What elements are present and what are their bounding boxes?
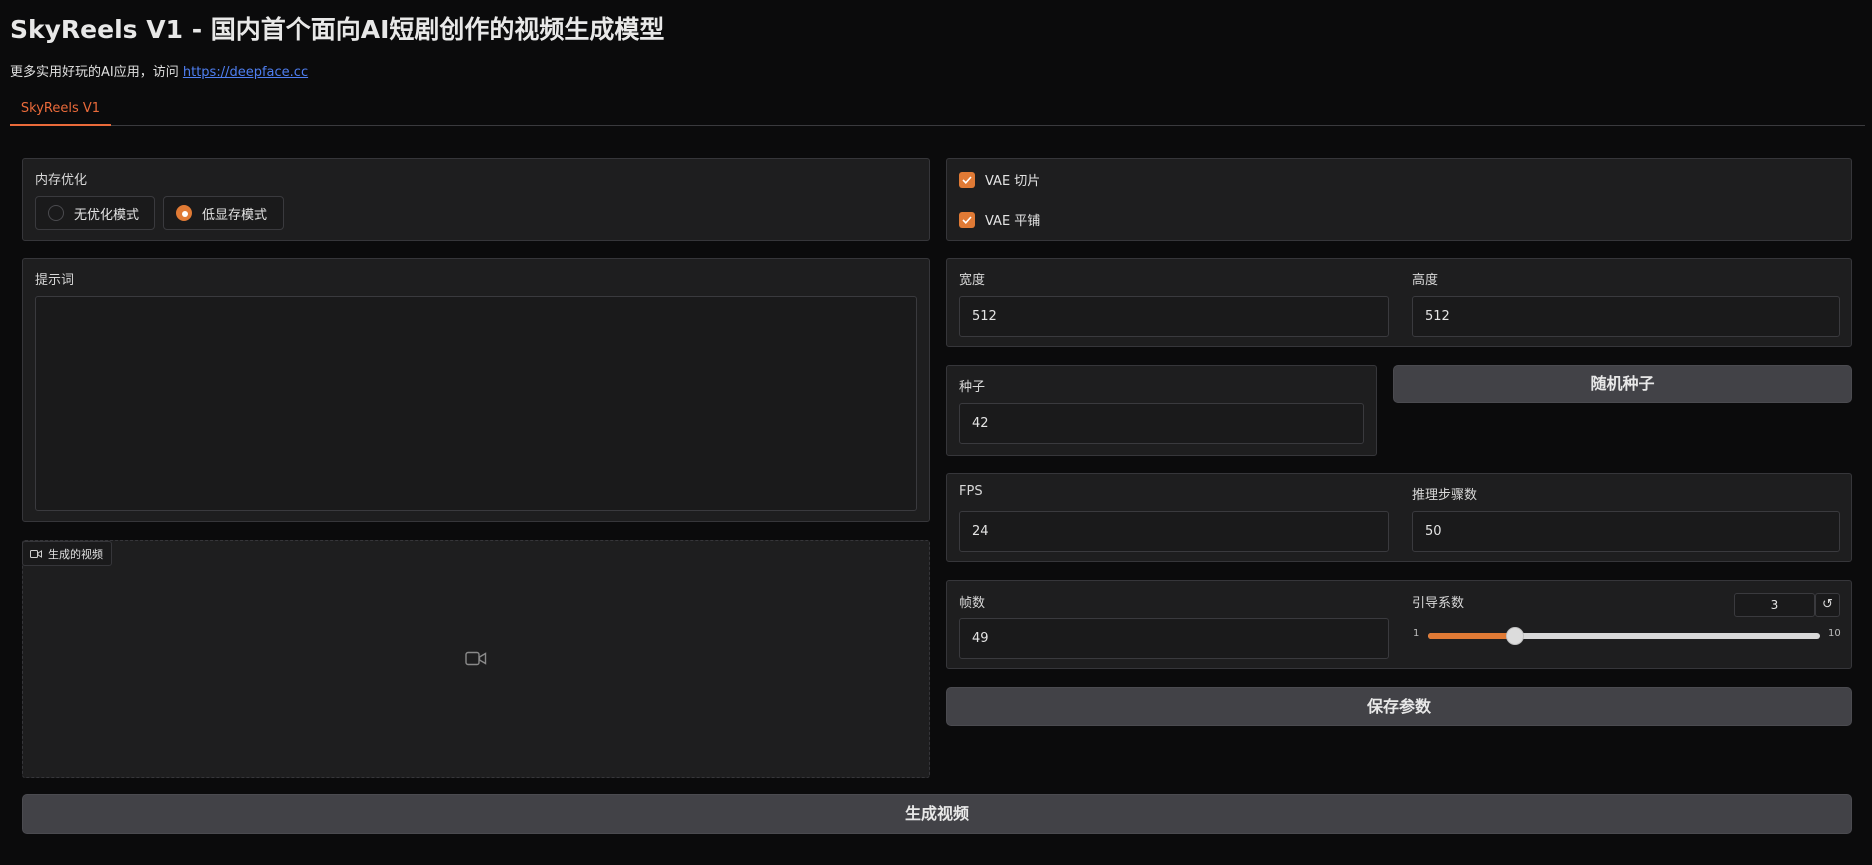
- tab-skyreels-v1[interactable]: SkyReels V1: [10, 96, 111, 126]
- tab-bar: SkyReels V1: [10, 96, 1865, 126]
- guidance-slider-thumb[interactable]: [1506, 627, 1525, 645]
- guidance-slider[interactable]: [1428, 633, 1820, 639]
- vae-tiling-label: VAE 切片: [985, 174, 1041, 189]
- checkbox-checked-icon: [959, 171, 975, 188]
- radio-dot-selected-icon: [176, 205, 192, 221]
- page-title: SkyReels V1 - 国内首个面向AI短剧创作的视频生成模型: [10, 15, 665, 44]
- radio-label: 低显存模式: [202, 207, 268, 223]
- size-panel: 宽度 512 高度 512: [946, 258, 1852, 347]
- vae-tile-label: VAE 平铺: [985, 214, 1041, 229]
- height-input[interactable]: 512: [1412, 296, 1840, 337]
- radio-dot-icon: [48, 205, 64, 221]
- frames-input[interactable]: 49: [959, 618, 1389, 659]
- guidance-number-input[interactable]: 3: [1734, 593, 1815, 617]
- deepface-link[interactable]: https://deepface.cc: [183, 65, 308, 80]
- steps-input[interactable]: 50: [1412, 511, 1840, 552]
- memory-label: 内存优化: [35, 173, 88, 188]
- vae-tile-checkbox[interactable]: VAE 平铺: [959, 210, 1040, 229]
- subtitle: 更多实用好玩的AI应用，访问 https://deepface.cc: [10, 61, 308, 80]
- seed-input[interactable]: 42: [959, 403, 1364, 444]
- seed-panel: 种子 42: [946, 365, 1377, 456]
- guidance-label: 引导系数: [1412, 596, 1465, 611]
- subtitle-text: 更多实用好玩的AI应用，访问: [10, 65, 179, 80]
- prompt-label: 提示词: [35, 273, 75, 288]
- vae-panel: VAE 切片 VAE 平铺: [946, 158, 1852, 241]
- prompt-input[interactable]: [35, 296, 917, 511]
- video-placeholder-icon: [465, 651, 487, 666]
- width-input[interactable]: 512: [959, 296, 1389, 337]
- fps-input[interactable]: 24: [959, 511, 1389, 552]
- generate-video-button[interactable]: 生成视频: [22, 794, 1852, 834]
- radio-low-vram[interactable]: 低显存模式: [163, 196, 284, 230]
- guidance-min-label: 1: [1413, 628, 1420, 639]
- checkbox-checked-icon: [959, 211, 975, 228]
- fps-steps-panel: FPS 24 推理步骤数 50: [946, 473, 1852, 562]
- seed-label: 种子: [959, 380, 986, 395]
- vae-tiling-checkbox[interactable]: VAE 切片: [959, 170, 1040, 189]
- reset-icon[interactable]: ↺: [1815, 593, 1840, 617]
- guidance-max-label: 10: [1828, 628, 1841, 639]
- frames-label: 帧数: [959, 596, 986, 611]
- radio-no-optimization[interactable]: 无优化模式: [35, 196, 155, 230]
- radio-label: 无优化模式: [74, 207, 140, 223]
- width-label: 宽度: [959, 273, 986, 288]
- height-label: 高度: [1412, 273, 1439, 288]
- memory-optimization-panel: 内存优化 无优化模式 低显存模式: [22, 158, 930, 241]
- frames-guidance-panel: 帧数 49 引导系数 3 ↺ 1 10: [946, 580, 1852, 669]
- video-camera-icon: [30, 549, 42, 558]
- video-label-text: 生成的视频: [48, 547, 103, 561]
- prompt-panel: 提示词: [22, 258, 930, 522]
- generated-video-label: 生成的视频: [22, 541, 112, 566]
- save-params-button[interactable]: 保存参数: [946, 687, 1852, 726]
- random-seed-button[interactable]: 随机种子: [1393, 365, 1852, 403]
- steps-label: 推理步骤数: [1412, 488, 1478, 503]
- fps-label: FPS: [959, 484, 983, 499]
- guidance-slider-fill: [1428, 633, 1516, 639]
